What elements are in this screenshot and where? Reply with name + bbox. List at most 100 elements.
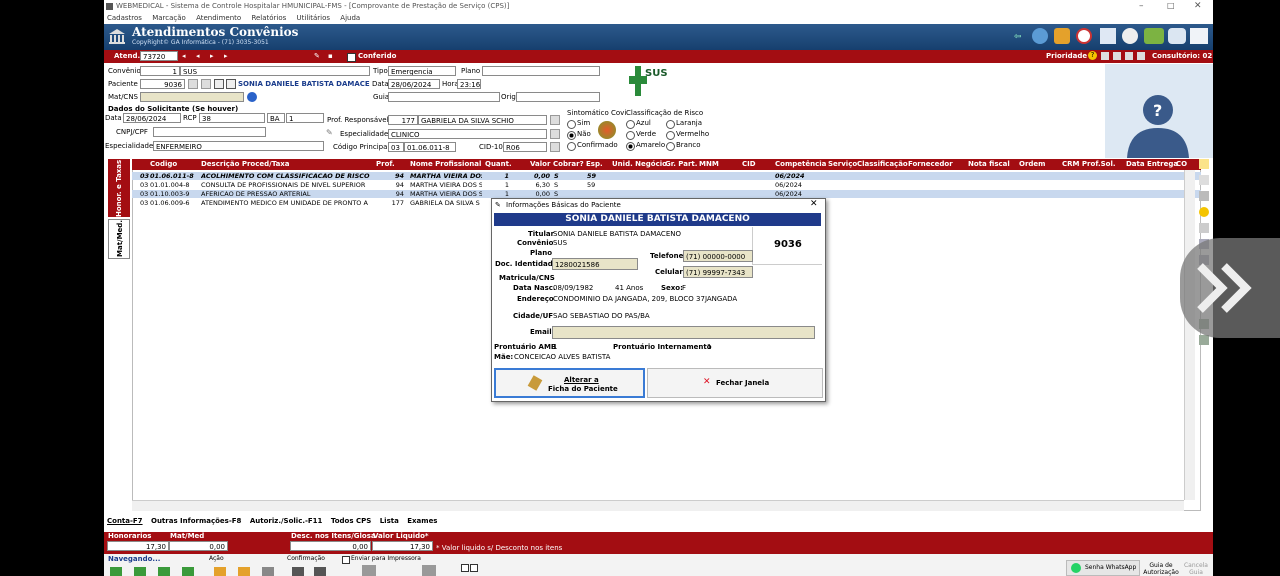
prev-record-icon[interactable]: ◂ [196,52,200,60]
atend-field[interactable]: 73720 [140,51,178,61]
cloud-icon[interactable] [1168,28,1186,44]
num-field[interactable]: 1 [286,113,324,123]
tree-icon[interactable] [1054,28,1070,44]
menu-cadastros[interactable]: Cadastros [107,14,142,22]
rcp-select[interactable]: 38 [199,113,265,123]
flag-icon-2[interactable] [1125,52,1133,60]
clock-icon[interactable] [1076,28,1092,44]
convenio-name-field[interactable]: SUS [180,66,370,76]
tab-exames[interactable]: Exames [407,517,437,525]
prof-search-icon[interactable] [550,115,560,125]
cid-search-icon[interactable] [550,142,560,152]
acao-icon-2[interactable] [238,567,250,576]
menu-relatorios[interactable]: Relatórios [251,14,286,22]
search-icon[interactable] [188,79,198,89]
sintomatico-sim-radio[interactable] [567,120,576,129]
tab-lista[interactable]: Lista [380,517,399,525]
liquido-value[interactable]: 17,30 [372,541,433,551]
tipo-select[interactable]: Emergencia [388,66,456,76]
convenio-code-field[interactable]: 1 [140,66,180,76]
col-valor[interactable]: Valor [530,160,550,168]
tab-matmed[interactable]: Mat/Med. [108,219,130,259]
classif-azul-radio[interactable] [626,120,635,129]
col-nome-profissional[interactable]: Nome Profissional [410,160,481,168]
col-classificacao[interactable]: Classificação [857,160,908,168]
tool-icon-2[interactable] [1199,175,1209,185]
table-row[interactable]: 03 01.10.003-9 AFERICAO DE PRESSAO ARTER… [132,190,1201,198]
sintomatico-nao-radio[interactable] [567,131,576,140]
nav-last-icon[interactable] [182,567,194,576]
nav-first-icon[interactable] [110,567,122,576]
classif-vermelho-radio[interactable] [666,131,675,140]
matcns-field[interactable] [140,92,244,102]
telefone-value[interactable]: (71) 00000-0000 [683,250,753,262]
alterar-ficha-button[interactable]: Alterar a Ficha do Paciente [494,368,645,398]
tool-icon-4[interactable] [1199,207,1209,217]
patient-camera-icon[interactable] [226,79,236,89]
dialog-close-button[interactable]: ✕ [810,199,818,209]
classif-laranja-radio[interactable] [666,120,675,129]
confirm-icon-1[interactable] [292,567,304,576]
table-row[interactable]: 03 01.01.004-8 CONSULTA DE PROFISSIONAIS… [132,181,1201,189]
help-icon[interactable]: ? [1088,51,1097,60]
confirm-icon-2[interactable] [314,567,326,576]
tab-autoriz-solic[interactable]: Autoriz./Solic.-F11 [250,517,323,525]
tab-conta[interactable]: Conta-F7 [107,517,143,525]
option-checkbox-2[interactable] [470,564,478,572]
patient-info-icon[interactable] [214,79,224,89]
tab-honor-taxas[interactable]: Honor. e Taxas [108,159,130,217]
users-icon[interactable] [1032,28,1048,44]
grid-icon[interactable] [1101,52,1109,60]
phone-icon[interactable] [1122,28,1138,44]
col-esp[interactable]: Esp. [586,160,603,168]
table-row[interactable]: 03 01.06.011-8 ACOLHIMENTO COM CLASSIFIC… [132,172,1201,180]
sintomatico-confirmado-radio[interactable] [567,142,576,151]
cnpj-field[interactable] [153,127,266,137]
col-mnm[interactable]: MNM [699,160,719,168]
doc-value[interactable]: 1280021586 [552,258,638,270]
col-crm[interactable]: CRM Prof.Sol. [1062,160,1116,168]
prof-resp-code-field[interactable]: 177 [388,115,418,125]
arrow-icon[interactable]: ⇦ [1014,32,1022,42]
conferido-checkbox[interactable] [347,53,356,62]
cid-field[interactable]: R06 [503,142,547,152]
prof-resp-name-field[interactable]: GABRIELA DA SILVA SCHIO [418,115,547,125]
sol-data-field[interactable]: 28/06/2024 [123,113,181,123]
esp2-select[interactable]: CLINICO [388,129,547,139]
menu-utilitarios[interactable]: Utilitários [297,14,331,22]
tool-icon-5[interactable] [1199,223,1209,233]
col-cid[interactable]: CID [742,160,756,168]
hora-field[interactable]: 23:16 [457,79,481,89]
close-button[interactable]: ✕ [1194,1,1202,11]
tab-outras-informacoes[interactable]: Outras Informações-F8 [151,517,241,525]
email-value[interactable] [552,326,815,339]
col-codigo[interactable]: Codigo [150,160,177,168]
tab-todos-cps[interactable]: Todos CPS [331,517,371,525]
uf-field[interactable]: BA [267,113,285,123]
col-gr-part[interactable]: Gr. Part. [665,160,697,168]
col-fornecedor[interactable]: Fornecedor [908,160,953,168]
guia-field[interactable] [388,92,500,102]
monitor-icon[interactable] [1190,28,1208,44]
option-checkbox-1[interactable] [461,564,469,572]
especialidade-select[interactable]: ENFERMEIRO [153,141,324,151]
nav-prev-icon[interactable] [134,567,146,576]
plano-select[interactable] [482,66,600,76]
nav-next-icon[interactable] [158,567,170,576]
classif-branco-radio[interactable] [666,142,675,151]
whatsapp-button[interactable]: Senha WhatsApp [1066,560,1140,576]
col-servico[interactable]: Serviço [828,160,857,168]
card-icon[interactable] [201,79,211,89]
esp2-search-icon[interactable] [550,129,560,139]
menu-atendimento[interactable]: Atendimento [196,14,241,22]
delete-icon[interactable]: ▪ [328,52,333,60]
menu-ajuda[interactable]: Ajuda [340,14,360,22]
paciente-code-field[interactable]: 9036 [140,79,185,89]
last-record-icon[interactable]: ▸ [224,52,228,60]
grid-hscrollbar[interactable] [132,500,1184,511]
honorarios-value[interactable]: 17,30 [107,541,169,551]
tool-icon-3[interactable] [1199,191,1209,201]
first-record-icon[interactable]: ◂ [182,52,186,60]
col-prof[interactable]: Prof. [376,160,395,168]
acao-icon-3[interactable] [262,567,274,576]
